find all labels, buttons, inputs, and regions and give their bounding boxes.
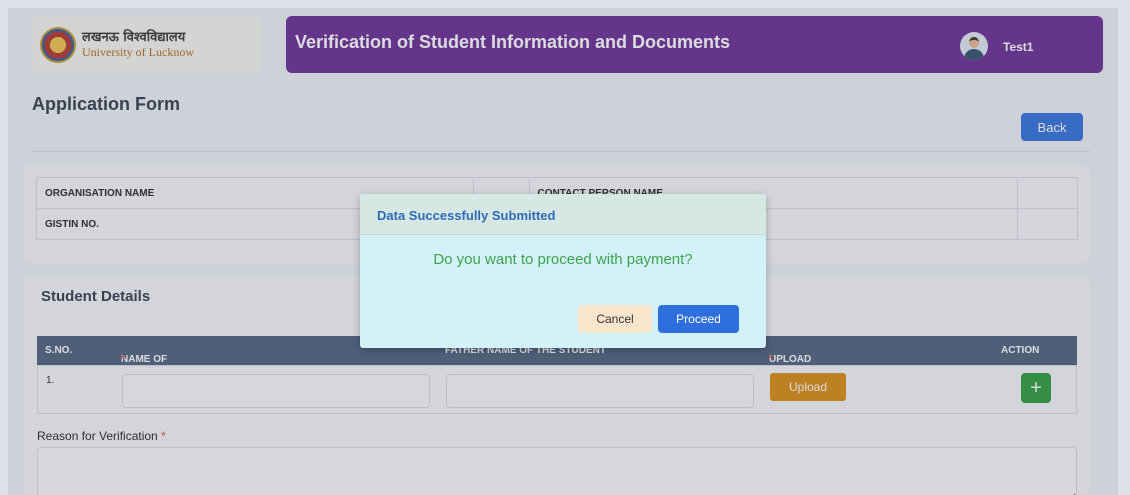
cancel-button[interactable]: Cancel	[578, 305, 652, 333]
modal-message: Do you want to proceed with payment?	[433, 251, 693, 268]
modal-title: Data Successfully Submitted	[377, 208, 556, 223]
confirmation-modal: Data Successfully Submitted Do you want …	[360, 194, 766, 348]
proceed-button[interactable]: Proceed	[658, 305, 739, 333]
page: लखनऊ विश्वविद्यालय University of Lucknow…	[8, 8, 1118, 495]
